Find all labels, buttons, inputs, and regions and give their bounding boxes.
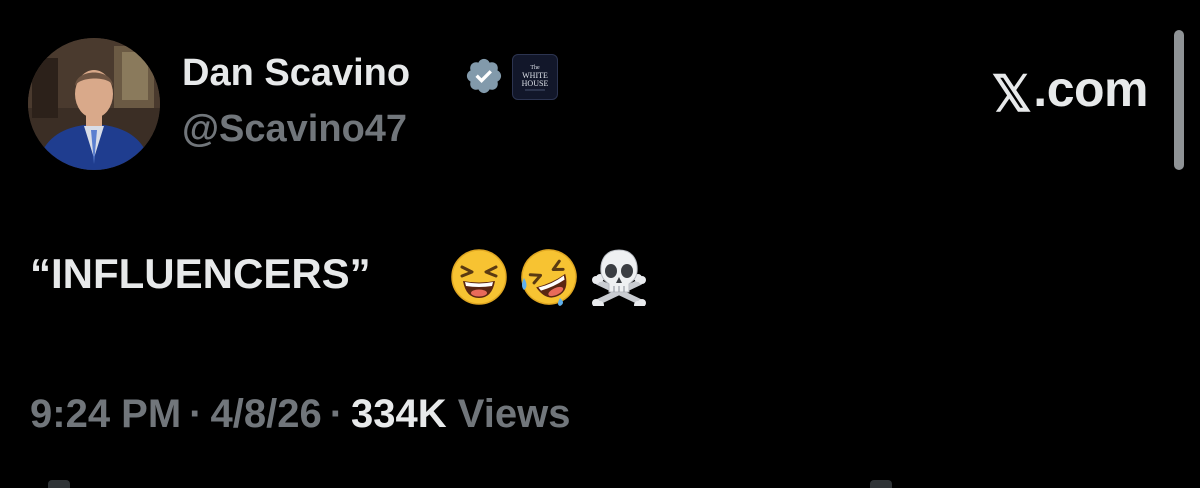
- tweet-card: Dan Scavino The WHITE HOUSE @Scavino47 𝕏…: [0, 0, 1200, 488]
- x-logo-icon: 𝕏: [991, 66, 1032, 122]
- svg-text:HOUSE: HOUSE: [522, 79, 549, 88]
- tweet-date[interactable]: 4/8/26: [211, 392, 322, 436]
- org-affiliation-badge[interactable]: The WHITE HOUSE: [512, 54, 558, 100]
- avatar[interactable]: [28, 38, 160, 170]
- meta-separator: ·: [189, 392, 203, 436]
- meta-separator: ·: [329, 392, 344, 436]
- tweet-time[interactable]: 9:24 PM: [30, 392, 181, 436]
- views-count: 334K: [351, 392, 447, 436]
- tweet-meta: 9:24 PM · 4/8/26 · 334K Views: [30, 392, 570, 437]
- display-name[interactable]: Dan Scavino: [182, 52, 410, 95]
- next-section-hint: [870, 480, 892, 488]
- verified-badge-icon[interactable]: [464, 56, 504, 96]
- laughing-face-emoji: [451, 249, 507, 305]
- skull-crossbones-emoji: [592, 249, 646, 306]
- site-label: 𝕏.com: [992, 60, 1149, 123]
- scrollbar[interactable]: [1174, 30, 1184, 170]
- site-domain: .com: [1033, 61, 1148, 117]
- white-house-logo: The WHITE HOUSE: [522, 65, 549, 91]
- tweet-text: “INFLUENCERS”: [30, 250, 371, 297]
- views-label: Views: [457, 392, 571, 436]
- rofl-emoji: [521, 249, 577, 306]
- user-handle[interactable]: @Scavino47: [182, 108, 407, 151]
- avatar-photo: [28, 38, 160, 170]
- next-section-hint: [48, 480, 70, 488]
